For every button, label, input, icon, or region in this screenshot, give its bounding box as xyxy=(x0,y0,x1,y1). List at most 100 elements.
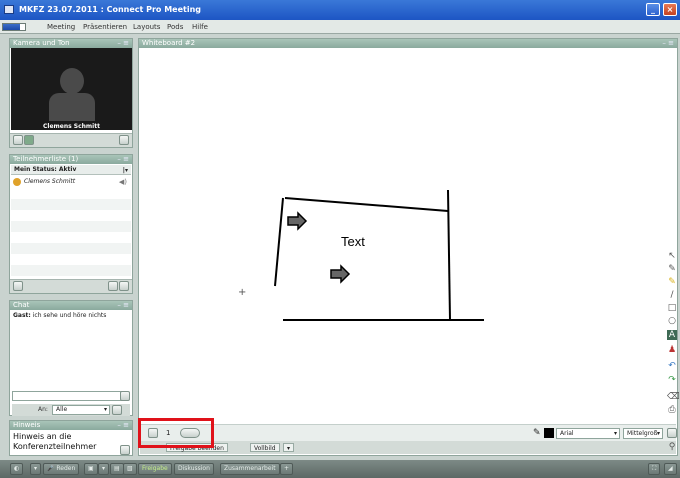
pod-menu-icon[interactable]: – ≡ xyxy=(117,39,129,48)
note-line-1: Hinweis an die xyxy=(13,432,72,441)
speaker-icon: ◀) xyxy=(118,178,127,186)
menu-bar: Meeting Präsentieren Layouts Pods Hilfe xyxy=(0,20,680,34)
fullscreen-icon[interactable]: ⛶ xyxy=(648,463,661,475)
menu-help[interactable]: Hilfe xyxy=(192,23,208,31)
my-status-label: Mein Status: Aktiv xyxy=(14,166,77,173)
camera-pod: Kamera und Ton – ≡ Clemens Schmitt xyxy=(9,38,133,148)
chat-recipient-select[interactable]: Alle ▾ xyxy=(52,405,110,415)
view-icon[interactable] xyxy=(108,281,118,291)
eraser-icon[interactable]: ⌫ xyxy=(667,392,680,402)
select-icon[interactable]: ↖ xyxy=(667,251,677,261)
pod-title: Teilnehmerliste (1) – ≡ xyxy=(10,155,132,164)
audio-dropdown[interactable]: ▾ xyxy=(30,463,42,475)
font-select[interactable]: Arial ▾ xyxy=(556,428,620,439)
attendees-pod-title: Teilnehmerliste (1) xyxy=(13,155,79,163)
chat-input[interactable] xyxy=(12,391,127,401)
chat-options-icon[interactable] xyxy=(112,405,122,415)
arrow-right-icon xyxy=(330,264,351,284)
video-person-name: Clemens Schmitt xyxy=(43,123,100,130)
undo-icon[interactable]: ↶ xyxy=(667,361,677,371)
window-titlebar: MKFZ 23.07.2011 : Connect Pro Meeting _ … xyxy=(0,0,680,20)
stamp-icon[interactable]: ♟ xyxy=(667,345,677,355)
connection-status-fill xyxy=(3,24,20,30)
layout-tab-collaboration[interactable]: Zusammenarbeit xyxy=(220,463,280,475)
camera-button[interactable]: ▣ xyxy=(84,463,98,475)
camera-pod-title: Kamera und Ton xyxy=(13,39,70,47)
menu-present[interactable]: Präsentieren xyxy=(83,23,127,31)
font-value: Arial xyxy=(560,430,574,437)
zoom-icon[interactable] xyxy=(120,445,130,455)
rectangle-icon[interactable]: □ xyxy=(667,303,677,313)
layout-tab-discussion[interactable]: Diskussion xyxy=(174,463,214,475)
list-stripe xyxy=(11,221,131,232)
camera-dropdown[interactable]: ▾ xyxy=(98,463,110,475)
chat-to-label: An: xyxy=(38,406,48,413)
camera-options-icon[interactable] xyxy=(13,135,23,145)
chevron-down-icon: ▾ xyxy=(613,430,617,437)
notes-pod-title: Hinweis xyxy=(13,421,41,429)
pod-menu-icon[interactable]: – ≡ xyxy=(117,301,129,310)
toolbar-toggle-icon[interactable] xyxy=(667,428,677,438)
microphone-icon: 🎤 xyxy=(47,465,55,472)
color-swatch[interactable] xyxy=(544,428,554,438)
pencil-icon[interactable]: ✎ xyxy=(667,264,677,274)
pen-icon[interactable]: ✎ xyxy=(533,428,541,438)
fullscreen-button[interactable]: Vollbild xyxy=(250,443,280,452)
ellipse-icon[interactable]: ○ xyxy=(667,316,677,326)
broadcast-icon[interactable]: ▧ xyxy=(123,463,137,475)
drawn-line-left xyxy=(274,197,284,287)
chat-sender: Gast: xyxy=(13,312,31,319)
connection-status-bar xyxy=(2,23,26,31)
pod-menu-icon[interactable]: – ≡ xyxy=(662,39,674,48)
whiteboard-canvas[interactable]: Text + xyxy=(140,48,676,425)
drawn-line-top xyxy=(284,197,449,212)
zoom-icon[interactable] xyxy=(119,281,129,291)
speak-label: Reden xyxy=(56,465,76,472)
options-icon[interactable] xyxy=(13,281,23,291)
whiteboard-drawing: Text + xyxy=(238,189,484,321)
speak-button[interactable]: 🎤 Reden xyxy=(43,463,80,475)
list-stripe xyxy=(11,199,131,210)
attendee-name: Clemens Schmitt xyxy=(24,178,76,185)
host-icon xyxy=(13,178,21,186)
minimize-button[interactable]: _ xyxy=(646,3,660,16)
menu-pods[interactable]: Pods xyxy=(167,23,183,31)
share-options-dropdown[interactable]: ▾ xyxy=(283,443,295,452)
size-select[interactable]: Mittelgroß ▾ xyxy=(623,428,663,439)
zoom-icon[interactable] xyxy=(119,135,129,145)
note-line-2: Konferenzteilnehmer xyxy=(13,442,97,451)
drawn-line-right xyxy=(447,189,451,321)
zoom-icon[interactable]: ⚲ xyxy=(667,442,677,452)
redo-icon[interactable]: ↷ xyxy=(667,375,677,385)
attendees-pod: Teilnehmerliste (1) – ≡ Mein Status: Akti… xyxy=(9,154,133,294)
pod-menu-icon[interactable]: – ≡ xyxy=(117,155,129,164)
line-icon[interactable]: / xyxy=(667,290,677,300)
cursor-icon: + xyxy=(238,287,246,298)
attendees-pod-footer xyxy=(10,279,132,293)
chat-recipient-bar: An: Alle ▾ xyxy=(12,404,130,416)
send-icon[interactable] xyxy=(120,391,130,401)
chat-recipient-value: Alle xyxy=(56,406,68,413)
text-tool-icon[interactable]: A xyxy=(667,330,677,340)
print-icon[interactable]: ⎙ xyxy=(667,405,677,415)
layout-icon[interactable]: ▤ xyxy=(110,463,124,475)
layout-tab-share[interactable]: Freigabe xyxy=(138,463,172,475)
pod-menu-icon[interactable]: – ≡ xyxy=(117,421,129,430)
resize-icon[interactable]: ◢ xyxy=(664,463,677,475)
camera-pod-footer xyxy=(10,133,132,147)
camera-start-icon[interactable] xyxy=(24,135,34,145)
chat-text: ich sehe und höre nichts xyxy=(32,312,107,319)
chat-pod: Chat – ≡ Gast: ich sehe und höre nichts A… xyxy=(9,300,133,416)
add-layout-button[interactable]: + xyxy=(280,463,294,475)
connection-icon[interactable]: ◐ xyxy=(10,463,24,475)
attendee-row[interactable]: Clemens Schmitt ◀) xyxy=(11,177,131,187)
window-title: MKFZ 23.07.2011 : Connect Pro Meeting xyxy=(19,5,202,14)
list-stripe xyxy=(11,265,131,276)
close-button[interactable]: × xyxy=(663,3,677,16)
menu-layouts[interactable]: Layouts xyxy=(133,23,160,31)
my-status-dropdown[interactable]: Mein Status: Aktiv |▾ xyxy=(11,165,131,175)
status-bar: ◐ ▾ 🎤 Reden ▣ ▾ ▤ ▧ Freigabe Diskussion … xyxy=(0,460,680,478)
arrow-right-icon xyxy=(287,211,308,231)
menu-meeting[interactable]: Meeting xyxy=(47,23,75,31)
highlighter-icon[interactable]: ✎ xyxy=(667,277,677,287)
